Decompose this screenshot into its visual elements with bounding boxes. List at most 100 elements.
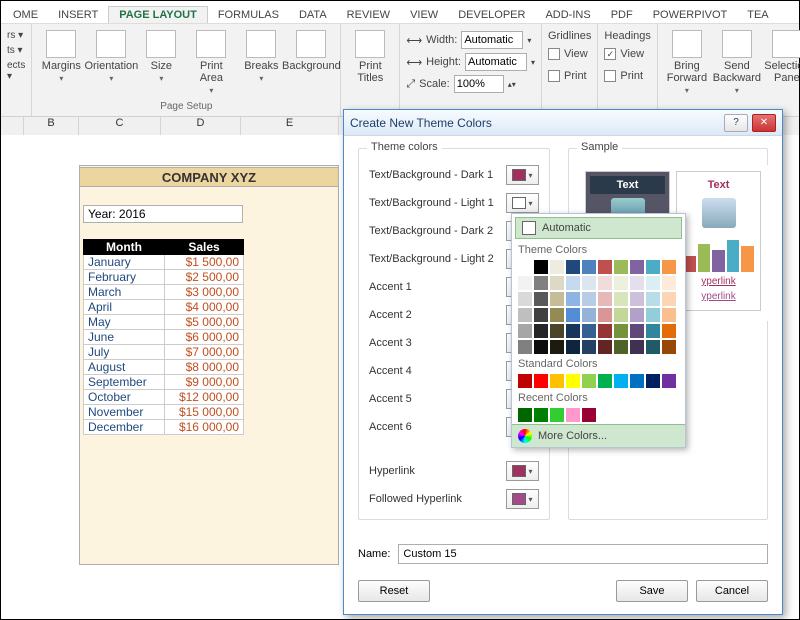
breaks-button[interactable]: Breaks <box>238 30 284 83</box>
tab-developer[interactable]: DEVELOPER <box>448 7 535 23</box>
table-row[interactable]: October$12 000,00 <box>84 390 244 405</box>
width-input[interactable] <box>461 31 523 49</box>
color-swatch[interactable] <box>566 408 580 422</box>
table-row[interactable]: January$1 500,00 <box>84 255 244 270</box>
color-swatch[interactable] <box>550 260 564 274</box>
more-colors-item[interactable]: More Colors... <box>512 424 685 447</box>
month-cell[interactable]: April <box>84 300 165 315</box>
color-swatch[interactable] <box>582 308 596 322</box>
color-swatch[interactable] <box>582 276 596 290</box>
color-swatch[interactable] <box>566 308 580 322</box>
month-cell[interactable]: November <box>84 405 165 420</box>
color-swatch[interactable] <box>518 374 532 388</box>
color-swatch[interactable] <box>598 308 612 322</box>
table-row[interactable]: February$2 500,00 <box>84 270 244 285</box>
color-swatch[interactable] <box>646 374 660 388</box>
color-swatch[interactable] <box>534 324 548 338</box>
color-swatch[interactable] <box>598 340 612 354</box>
color-swatch[interactable] <box>518 324 532 338</box>
sales-cell[interactable]: $15 000,00 <box>165 405 244 420</box>
month-cell[interactable]: August <box>84 360 165 375</box>
print-titles-button[interactable]: Print Titles <box>347 30 393 84</box>
color-swatch[interactable] <box>614 340 628 354</box>
color-swatch[interactable] <box>518 340 532 354</box>
theme-color-swatch-button[interactable] <box>506 461 539 481</box>
orientation-button[interactable]: Orientation <box>88 30 134 83</box>
sales-cell[interactable]: $6 000,00 <box>165 330 244 345</box>
tab-insert[interactable]: INSERT <box>48 7 108 23</box>
save-button[interactable]: Save <box>616 580 688 602</box>
color-swatch[interactable] <box>630 324 644 338</box>
color-swatch[interactable] <box>598 276 612 290</box>
sales-cell[interactable]: $12 000,00 <box>165 390 244 405</box>
color-swatch[interactable] <box>646 276 660 290</box>
gridlines-print-checkbox[interactable] <box>548 70 560 82</box>
headings-view-checkbox[interactable] <box>604 48 616 60</box>
color-swatch[interactable] <box>598 374 612 388</box>
tab-add-ins[interactable]: ADD-INS <box>535 7 600 23</box>
color-swatch[interactable] <box>566 276 580 290</box>
color-swatch[interactable] <box>662 340 676 354</box>
color-swatch[interactable] <box>630 340 644 354</box>
sales-cell[interactable]: $2 500,00 <box>165 270 244 285</box>
color-swatch[interactable] <box>518 260 532 274</box>
color-swatch[interactable] <box>518 408 532 422</box>
color-swatch[interactable] <box>662 276 676 290</box>
color-swatch[interactable] <box>662 374 676 388</box>
sales-cell[interactable]: $16 000,00 <box>165 420 244 435</box>
month-cell[interactable]: September <box>84 375 165 390</box>
theme-color-swatch-button[interactable] <box>506 165 539 185</box>
print-area-button[interactable]: Print Area <box>188 30 234 95</box>
col-header-E[interactable]: E <box>241 117 339 135</box>
table-row[interactable]: April$4 000,00 <box>84 300 244 315</box>
color-swatch[interactable] <box>534 260 548 274</box>
color-swatch[interactable] <box>534 308 548 322</box>
color-swatch[interactable] <box>582 324 596 338</box>
theme-color-swatch-button[interactable] <box>506 193 539 213</box>
sales-cell[interactable]: $7 000,00 <box>165 345 244 360</box>
tab-ome[interactable]: OME <box>3 7 48 23</box>
color-swatch[interactable] <box>646 292 660 306</box>
color-swatch[interactable] <box>630 260 644 274</box>
table-row[interactable]: July$7 000,00 <box>84 345 244 360</box>
table-row[interactable]: August$8 000,00 <box>84 360 244 375</box>
table-row[interactable]: March$3 000,00 <box>84 285 244 300</box>
year-cell[interactable]: Year: 2016 <box>83 205 243 223</box>
month-cell[interactable]: March <box>84 285 165 300</box>
color-swatch[interactable] <box>614 292 628 306</box>
table-row[interactable]: November$15 000,00 <box>84 405 244 420</box>
margins-button[interactable]: Margins <box>38 30 84 83</box>
color-swatch[interactable] <box>614 276 628 290</box>
tab-tea[interactable]: Tea <box>737 7 778 23</box>
color-swatch[interactable] <box>662 308 676 322</box>
reset-button[interactable]: Reset <box>358 580 430 602</box>
headings-print-checkbox[interactable] <box>604 70 616 82</box>
color-swatch[interactable] <box>582 292 596 306</box>
theme-color-swatch-button[interactable] <box>506 489 539 509</box>
selection-pane-button[interactable]: Selection Pane <box>764 30 800 84</box>
color-swatch[interactable] <box>662 292 676 306</box>
color-swatch[interactable] <box>582 260 596 274</box>
col-header-B[interactable]: B <box>24 117 79 135</box>
col-header-D[interactable]: D <box>161 117 241 135</box>
cancel-button[interactable]: Cancel <box>696 580 768 602</box>
color-swatch[interactable] <box>630 292 644 306</box>
color-swatch[interactable] <box>662 324 676 338</box>
automatic-color-item[interactable]: Automatic <box>515 217 682 239</box>
table-row[interactable]: May$5 000,00 <box>84 315 244 330</box>
color-swatch[interactable] <box>646 340 660 354</box>
color-swatch[interactable] <box>566 374 580 388</box>
month-cell[interactable]: July <box>84 345 165 360</box>
theme-name-input[interactable] <box>398 544 768 564</box>
color-swatch[interactable] <box>566 340 580 354</box>
color-swatch[interactable] <box>566 260 580 274</box>
color-swatch[interactable] <box>550 276 564 290</box>
color-swatch[interactable] <box>518 292 532 306</box>
tab-data[interactable]: DATA <box>289 7 337 23</box>
sales-cell[interactable]: $9 000,00 <box>165 375 244 390</box>
month-cell[interactable]: January <box>84 255 165 270</box>
color-swatch[interactable] <box>550 308 564 322</box>
gridlines-view-checkbox[interactable] <box>548 48 560 60</box>
sales-cell[interactable]: $3 000,00 <box>165 285 244 300</box>
bring-forward-button[interactable]: Bring Forward <box>664 30 710 95</box>
